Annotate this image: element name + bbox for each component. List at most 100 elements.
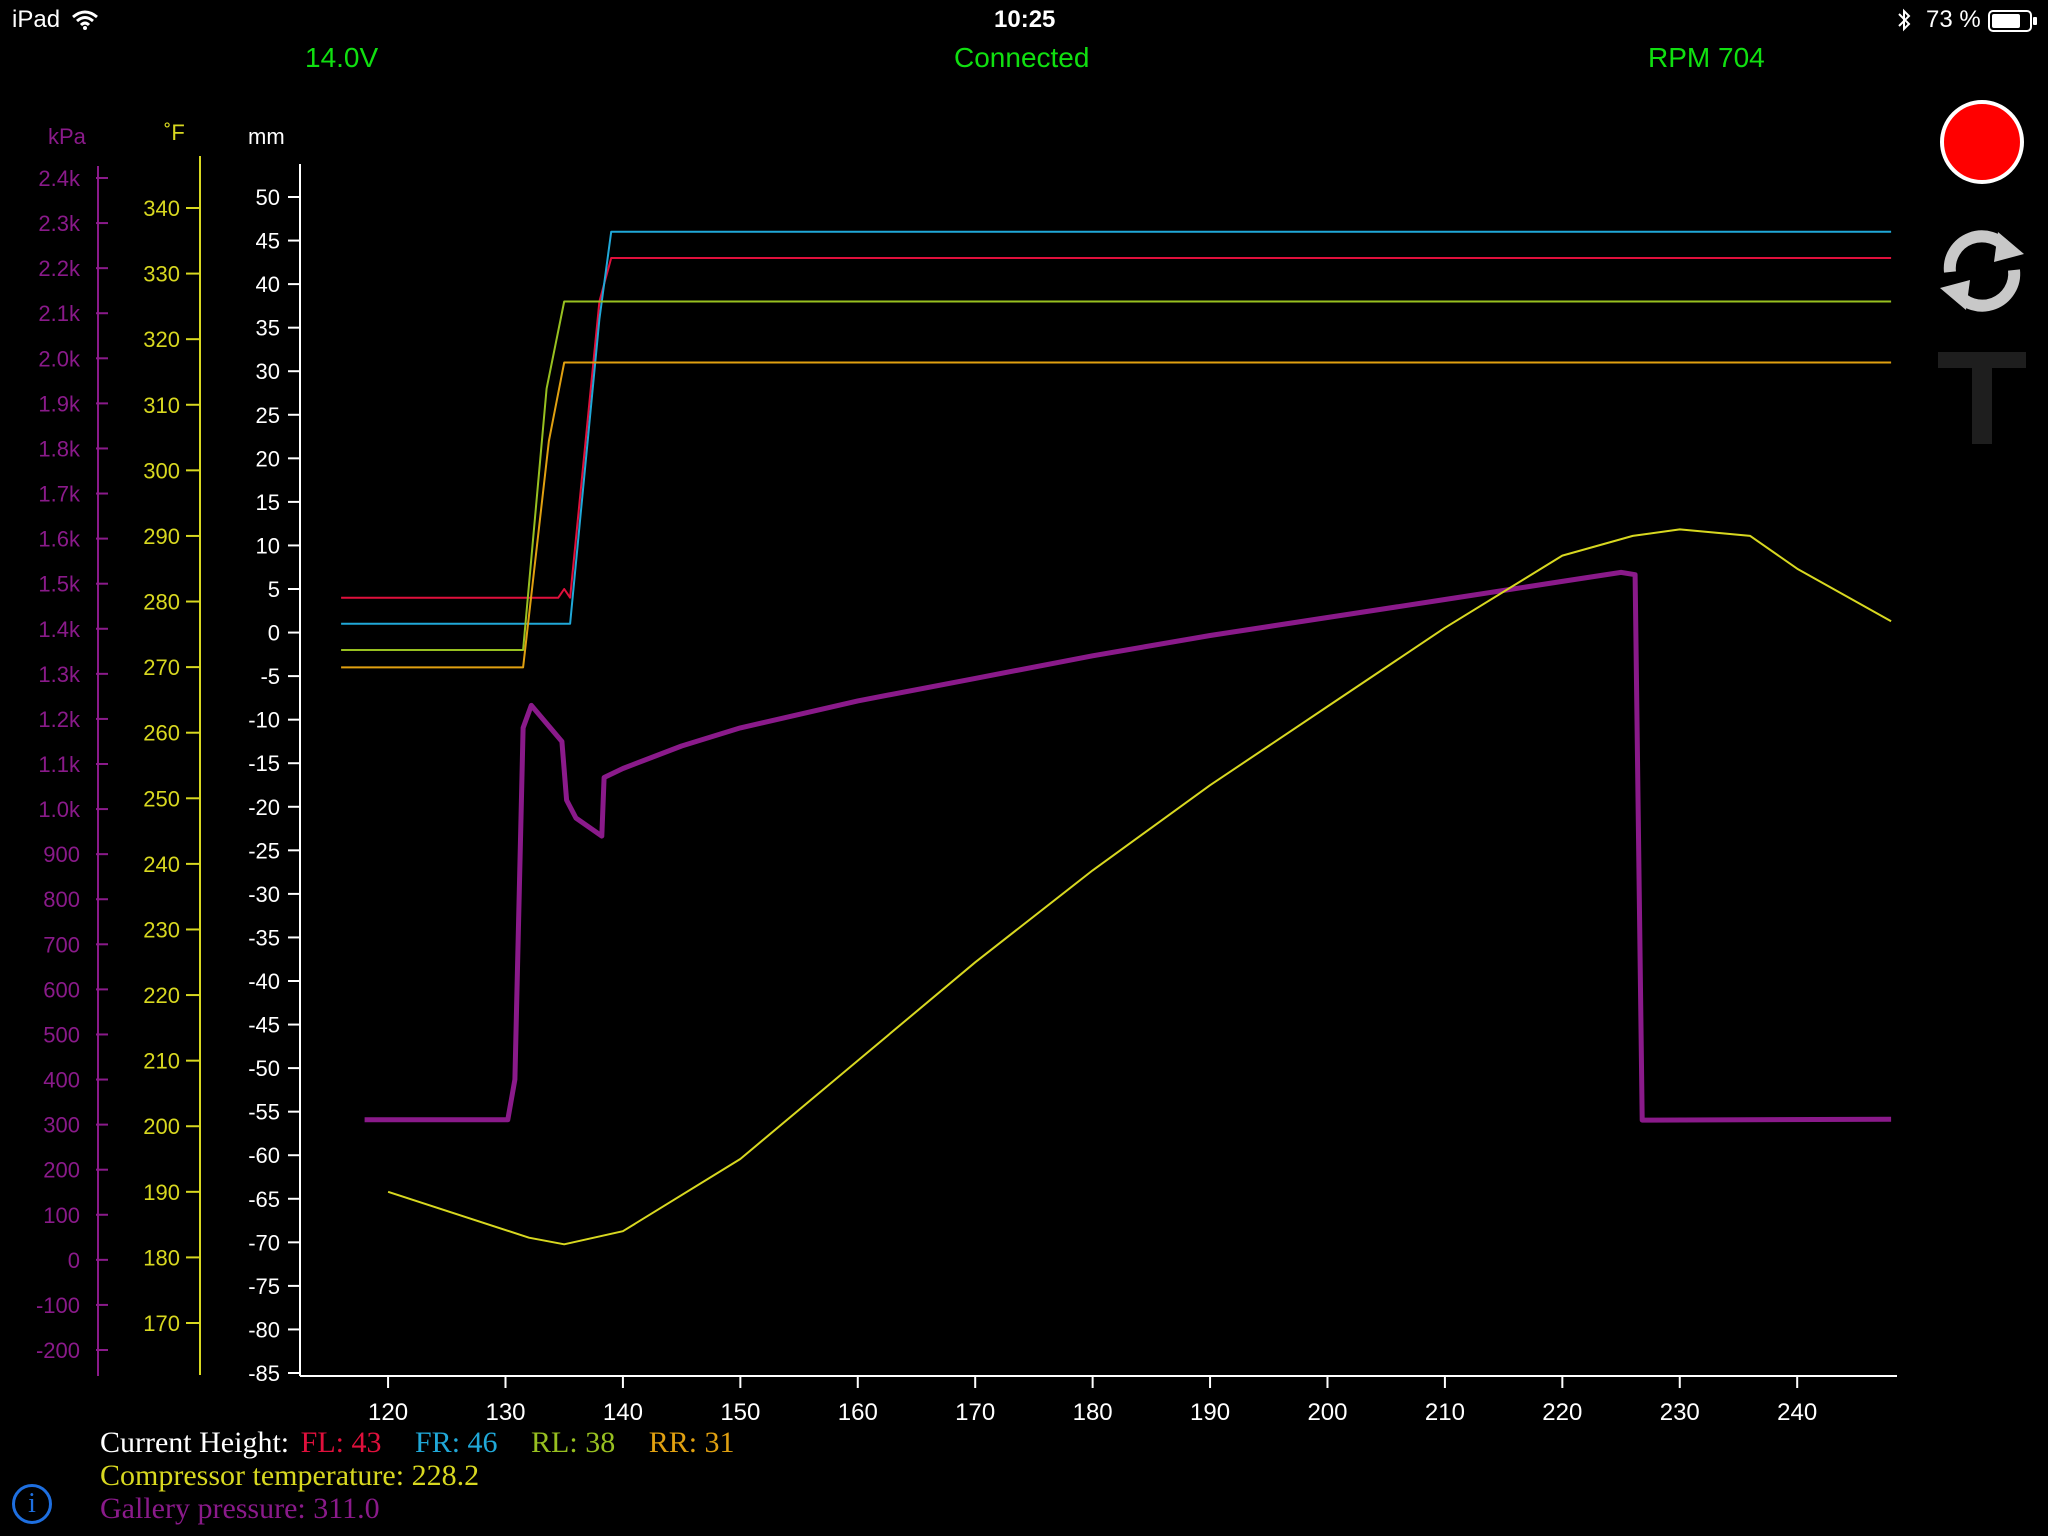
kpa-tick-label: 100 bbox=[43, 1203, 80, 1228]
kpa-tick-label: 1.9k bbox=[38, 391, 81, 416]
mm-tick-label: 40 bbox=[256, 272, 280, 297]
kpa-tick-label: 0 bbox=[68, 1248, 80, 1273]
axes: 2.4k 2.3k 2.2k 2.1k 2.0k 1.9k 1.8k 1.7k 1.6k 1.5k… bbox=[36, 156, 1897, 1426]
mm-tick-label: -20 bbox=[248, 795, 280, 820]
info-icon[interactable]: i bbox=[12, 1484, 52, 1524]
temp-tick-label: 270 bbox=[143, 655, 180, 680]
temp-tick-label: 220 bbox=[143, 983, 180, 1008]
temp-tick-label: 340 bbox=[143, 196, 180, 221]
mm-tick-label: -40 bbox=[248, 969, 280, 994]
current-height-label: Current Height: bbox=[100, 1426, 290, 1459]
mm-tick-label: -5 bbox=[260, 664, 280, 689]
x-tick-label: 220 bbox=[1542, 1399, 1582, 1426]
kpa-tick-label: 800 bbox=[43, 887, 80, 912]
series-gallery-pressure bbox=[364, 569, 1892, 1123]
series-compressor-temperature bbox=[387, 528, 1892, 1246]
mm-tick-label: 35 bbox=[256, 316, 280, 341]
kpa-tick-label: 1.1k bbox=[38, 752, 81, 777]
temp-tick-label: 210 bbox=[143, 1049, 180, 1074]
kpa-tick-label: 1.2k bbox=[38, 707, 81, 732]
temp-tick-label: 180 bbox=[143, 1245, 180, 1270]
mm-tick-label: 45 bbox=[256, 229, 280, 254]
x-tick-label: 190 bbox=[1190, 1399, 1230, 1426]
rl-value: RL: 38 bbox=[531, 1426, 616, 1459]
temp-tick-label: 320 bbox=[143, 327, 180, 352]
current-height-line: Current Height: FL: 43 FR: 46 RL: 38 RR:… bbox=[100, 1426, 735, 1460]
kpa-tick-label: 700 bbox=[43, 932, 80, 957]
temp-tick-label: 280 bbox=[143, 590, 180, 615]
rr-value: RR: 31 bbox=[648, 1426, 735, 1459]
mm-tick-label: -75 bbox=[248, 1274, 280, 1299]
mm-tick-label: -35 bbox=[248, 925, 280, 950]
temp-tick-label: 260 bbox=[143, 721, 180, 746]
x-tick-label: 240 bbox=[1777, 1399, 1817, 1426]
temp-tick-label: 290 bbox=[143, 524, 180, 549]
mm-tick-label: -55 bbox=[248, 1100, 280, 1125]
x-tick-label: 170 bbox=[955, 1399, 995, 1426]
mm-tick-label: 50 bbox=[256, 185, 280, 210]
gallery-pressure-readout: Gallery pressure: 311.0 bbox=[100, 1492, 380, 1525]
kpa-tick-label: -200 bbox=[36, 1338, 80, 1363]
mm-tick-label: 25 bbox=[256, 403, 280, 428]
series-fl bbox=[341, 257, 1892, 599]
mm-tick-label: 5 bbox=[268, 577, 280, 602]
compressor-temperature-readout: Compressor temperature: 228.2 bbox=[100, 1459, 480, 1492]
kpa-tick-label: 2.1k bbox=[38, 301, 81, 326]
kpa-tick-label: 1.7k bbox=[38, 482, 81, 507]
mm-tick-label: -10 bbox=[248, 708, 280, 733]
mm-tick-label: -30 bbox=[248, 882, 280, 907]
kpa-tick-label: 1.8k bbox=[38, 436, 81, 461]
mm-tick-label: -15 bbox=[248, 751, 280, 776]
temp-tick-label: 190 bbox=[143, 1180, 180, 1205]
kpa-tick-label: 1.0k bbox=[38, 797, 81, 822]
mm-tick-label: 20 bbox=[256, 446, 280, 471]
x-tick-label: 160 bbox=[838, 1399, 878, 1426]
x-tick-label: 140 bbox=[603, 1399, 643, 1426]
x-tick-label: 130 bbox=[485, 1399, 525, 1426]
kpa-tick-label: 2.4k bbox=[38, 166, 81, 191]
kpa-tick-label: 200 bbox=[43, 1158, 80, 1183]
temp-tick-label: 330 bbox=[143, 262, 180, 287]
mm-tick-label: 15 bbox=[256, 490, 280, 515]
temp-tick-label: 240 bbox=[143, 852, 180, 877]
mm-tick-label: -60 bbox=[248, 1143, 280, 1168]
mm-tick-label: 0 bbox=[268, 621, 280, 646]
temp-tick-label: 250 bbox=[143, 786, 180, 811]
mm-tick-label: -65 bbox=[248, 1187, 280, 1212]
x-tick-label: 200 bbox=[1307, 1399, 1347, 1426]
refresh-icon[interactable] bbox=[1936, 224, 2028, 316]
record-button[interactable] bbox=[1940, 100, 2024, 184]
mm-tick-label: -25 bbox=[248, 838, 280, 863]
fl-value: FL: 43 bbox=[300, 1426, 382, 1459]
mm-tick-label: -45 bbox=[248, 1013, 280, 1038]
kpa-tick-label: 500 bbox=[43, 1022, 80, 1047]
kpa-tick-label: 2.3k bbox=[38, 211, 81, 236]
mm-tick-label: 30 bbox=[256, 359, 280, 384]
kpa-tick-label: 1.3k bbox=[38, 662, 81, 687]
series-rr bbox=[341, 361, 1892, 669]
text-t-icon[interactable] bbox=[1936, 348, 2028, 448]
kpa-tick-label: 600 bbox=[43, 977, 80, 1002]
x-tick-label: 230 bbox=[1660, 1399, 1700, 1426]
temp-tick-label: 200 bbox=[143, 1114, 180, 1139]
kpa-tick-label: -100 bbox=[36, 1293, 80, 1318]
x-tick-label: 210 bbox=[1425, 1399, 1465, 1426]
mm-tick-label: -80 bbox=[248, 1317, 280, 1342]
x-tick-label: 180 bbox=[1073, 1399, 1113, 1426]
kpa-tick-label: 400 bbox=[43, 1068, 80, 1093]
kpa-tick-label: 900 bbox=[43, 842, 80, 867]
temp-tick-label: 170 bbox=[143, 1311, 180, 1336]
kpa-tick-label: 1.5k bbox=[38, 572, 81, 597]
mm-tick-label: 10 bbox=[256, 533, 280, 558]
mm-tick-label: -70 bbox=[248, 1230, 280, 1255]
temp-tick-label: 310 bbox=[143, 393, 180, 418]
kpa-tick-label: 2.2k bbox=[38, 256, 81, 281]
kpa-tick-label: 300 bbox=[43, 1113, 80, 1138]
fr-value: FR: 46 bbox=[415, 1426, 498, 1459]
kpa-tick-label: 1.6k bbox=[38, 527, 81, 552]
series bbox=[341, 230, 1892, 1246]
mm-tick-label: -85 bbox=[248, 1361, 280, 1386]
kpa-tick-label: 1.4k bbox=[38, 617, 81, 642]
kpa-tick-label: 2.0k bbox=[38, 346, 81, 371]
telemetry-chart: 2.4k 2.3k 2.2k 2.1k 2.0k 1.9k 1.8k 1.7k 1.6k 1.5k… bbox=[36, 156, 1897, 1426]
